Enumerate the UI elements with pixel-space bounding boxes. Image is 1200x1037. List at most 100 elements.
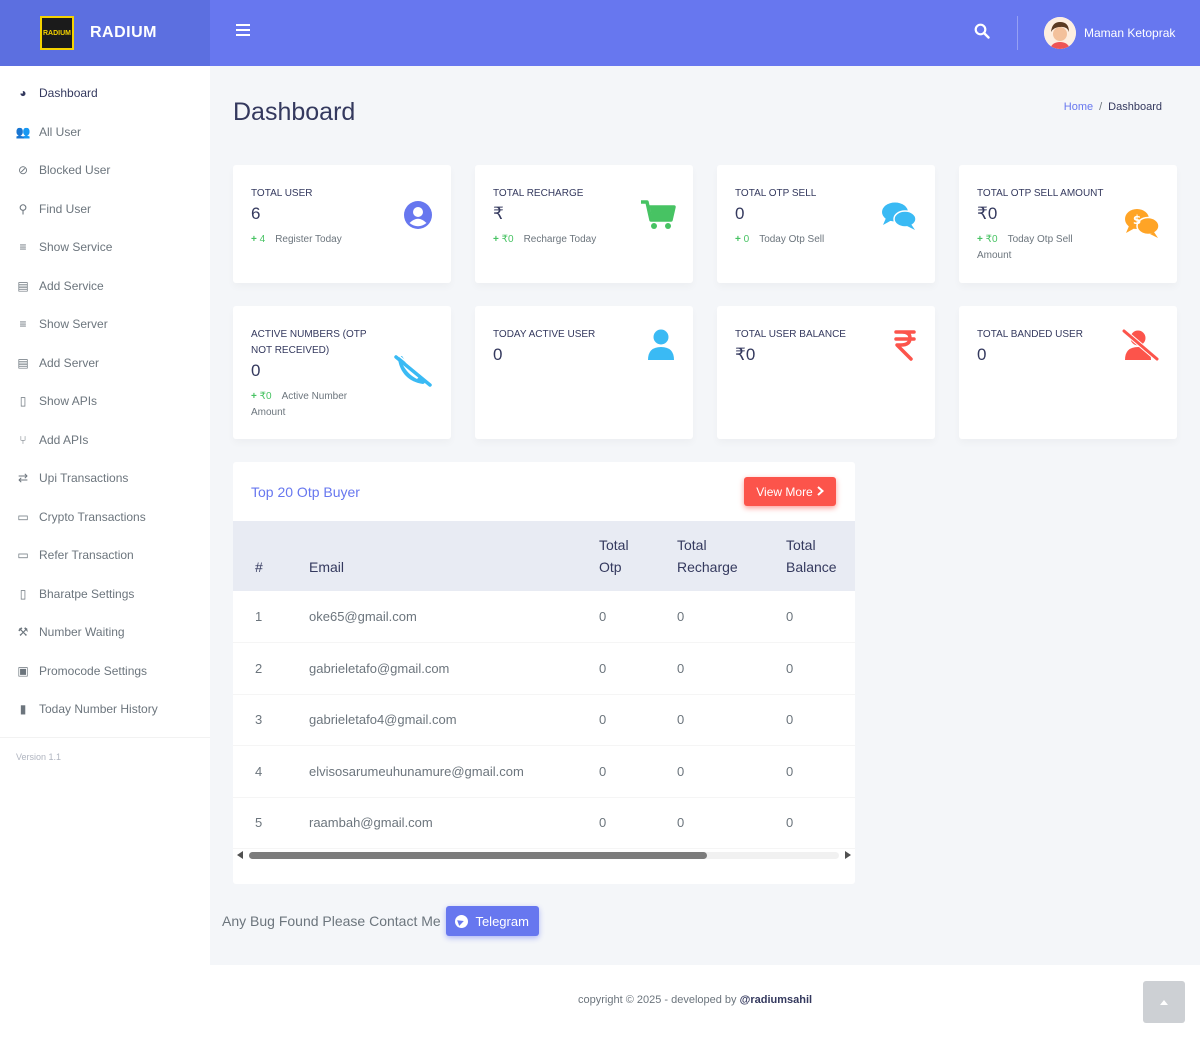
user-search-icon: ⚲ bbox=[18, 201, 28, 216]
row-email: gabrieletafo4@gmail.com bbox=[309, 694, 599, 746]
sidebar-item-find-user[interactable]: ⚲ Find User bbox=[0, 190, 210, 229]
developer-link[interactable]: @radiumsahil bbox=[740, 994, 812, 1006]
sidebar-item-label: Number Waiting bbox=[39, 625, 125, 640]
stat-delta: ₹0 bbox=[501, 234, 514, 245]
sidebar-item-add-server[interactable]: ▤ Add Server bbox=[0, 344, 210, 383]
stat-title: TOTAL RECHARGE bbox=[493, 188, 584, 199]
scroll-right-arrow-icon[interactable] bbox=[845, 851, 851, 859]
contact-section: Any Bug Found Please Contact Me Telegram bbox=[222, 906, 539, 936]
stat-value: 6 bbox=[251, 204, 261, 223]
stat-note: Register Today bbox=[275, 234, 342, 245]
column-header-line: Balance bbox=[786, 559, 837, 575]
row-total-balance: 0 bbox=[786, 642, 855, 695]
sidebar-item-bharatpe-settings[interactable]: ▯ Bharatpe Settings bbox=[0, 575, 210, 614]
row-total-recharge: 0 bbox=[677, 591, 786, 643]
menu-toggle-icon[interactable] bbox=[236, 24, 250, 38]
sidebar-item-show-server[interactable]: ≡ Show Server bbox=[0, 305, 210, 344]
sidebar-item-refer-transaction[interactable]: ▭ Refer Transaction bbox=[0, 536, 210, 575]
sidebar-item-today-number-history[interactable]: ▮ Today Number History bbox=[0, 690, 210, 729]
stat-footer: + ₹0 Recharge Today bbox=[493, 234, 597, 245]
horizontal-scrollbar[interactable] bbox=[237, 849, 851, 859]
row-total-recharge: 0 bbox=[677, 745, 786, 798]
user-circle-icon bbox=[403, 200, 433, 235]
page-title: Dashboard bbox=[233, 98, 356, 126]
sidebar-item-dashboard[interactable]: ◕ Dashboard bbox=[0, 74, 210, 113]
sidebar-item-promocode-settings[interactable]: ▣ Promocode Settings bbox=[0, 652, 210, 691]
stat-delta: 4 bbox=[259, 234, 266, 245]
row-number: 2 bbox=[233, 642, 309, 695]
shopping-cart-icon bbox=[640, 199, 676, 236]
stat-title: TOTAL BANDED USER bbox=[977, 329, 1083, 340]
stat-footer: + ₹0 Active Number Amount bbox=[251, 391, 348, 418]
row-total-otp: 0 bbox=[599, 694, 677, 746]
list-icon: ≡ bbox=[19, 240, 27, 255]
stat-value: ₹0 bbox=[977, 204, 998, 223]
column-header-email[interactable]: Email bbox=[309, 521, 599, 591]
breadcrumb-current: Dashboard bbox=[1108, 101, 1162, 113]
user-slash-icon bbox=[1121, 329, 1159, 366]
table-row: 5 raambah@gmail.com 0 0 0 bbox=[233, 797, 855, 849]
sidebar-item-all-user[interactable]: 👥 All User bbox=[0, 113, 210, 152]
top-buyers-card: Top 20 Otp Buyer View More # Email Total… bbox=[233, 462, 855, 884]
user-name: Maman Ketoprak bbox=[1084, 26, 1176, 40]
version-label: Version 1.1 bbox=[16, 751, 62, 762]
stat-note: Today Otp Sell bbox=[759, 234, 825, 245]
stat-value: 0 bbox=[493, 345, 503, 364]
sidebar-item-number-waiting[interactable]: ⚒ Number Waiting bbox=[0, 613, 210, 652]
stat-delta: ₹0 bbox=[985, 234, 998, 245]
row-number: 5 bbox=[233, 797, 309, 849]
brand[interactable]: RADIUM RADIUM bbox=[0, 0, 210, 66]
chevron-up-icon bbox=[1160, 999, 1168, 1005]
back-to-top-button[interactable] bbox=[1143, 981, 1185, 1023]
scroll-left-arrow-icon[interactable] bbox=[237, 851, 243, 859]
stat-card-active-numbers: ACTIVE NUMBERS (OTP NOT RECEIVED) 0 + ₹0… bbox=[233, 306, 451, 439]
column-header-line: Total bbox=[786, 537, 816, 553]
sidebar-item-show-service[interactable]: ≡ Show Service bbox=[0, 228, 210, 267]
table-row: 4 elvisosarumeuhunamure@gmail.com 0 0 0 bbox=[233, 745, 855, 798]
column-header-num[interactable]: # bbox=[233, 521, 309, 591]
user-menu[interactable]: Maman Ketoprak bbox=[1044, 17, 1175, 49]
sidebar-item-upi-transactions[interactable]: ⇄ Upi Transactions bbox=[0, 459, 210, 498]
user-icon bbox=[647, 329, 675, 366]
sidebar-item-show-apis[interactable]: ▯ Show APIs bbox=[0, 382, 210, 421]
table-row: 1 oke65@gmail.com 0 0 0 bbox=[233, 591, 855, 643]
stat-card-total-banded-user: TOTAL BANDED USER 0 bbox=[959, 306, 1177, 439]
card-icon: ▭ bbox=[17, 548, 29, 563]
sidebar-item-crypto-transactions[interactable]: ▭ Crypto Transactions bbox=[0, 498, 210, 537]
stat-title: TODAY ACTIVE USER bbox=[493, 329, 596, 340]
stat-card-total-user: TOTAL USER 6 + 4 Register Today bbox=[233, 165, 451, 283]
scroll-thumb[interactable] bbox=[249, 852, 707, 859]
column-header-total-recharge[interactable]: Total Recharge bbox=[677, 521, 786, 591]
row-total-otp: 0 bbox=[599, 745, 677, 798]
card-icon: ▭ bbox=[17, 509, 29, 524]
sidebar-item-add-apis[interactable]: ⑂ Add APIs bbox=[0, 421, 210, 460]
row-email: raambah@gmail.com bbox=[309, 797, 599, 849]
view-more-button[interactable]: View More bbox=[744, 477, 836, 506]
folder-plus-icon: ▤ bbox=[17, 355, 29, 370]
stat-value: ₹0 bbox=[735, 345, 756, 364]
column-header-total-otp[interactable]: Total Otp bbox=[599, 521, 677, 591]
column-header-total-balance[interactable]: Total Balance bbox=[786, 521, 855, 591]
comments-icon bbox=[881, 201, 917, 236]
row-total-recharge: 0 bbox=[677, 642, 786, 695]
column-header-line: Total bbox=[677, 537, 707, 553]
sidebar-item-label: Bharatpe Settings bbox=[39, 586, 135, 601]
wrench-icon: ⚒ bbox=[17, 625, 29, 640]
users-icon: 👥 bbox=[15, 124, 31, 139]
telegram-icon bbox=[455, 914, 469, 928]
breadcrumb-home-link[interactable]: Home bbox=[1064, 101, 1093, 113]
stat-card-total-user-balance: TOTAL USER BALANCE ₹0 bbox=[717, 306, 935, 439]
row-total-recharge: 0 bbox=[677, 694, 786, 746]
column-header-line: Otp bbox=[599, 559, 622, 575]
sidebar-item-label: Blocked User bbox=[39, 163, 111, 178]
search-icon[interactable] bbox=[974, 23, 994, 43]
row-number: 1 bbox=[233, 591, 309, 643]
book-icon: ▮ bbox=[19, 702, 27, 717]
telegram-button[interactable]: Telegram bbox=[445, 906, 539, 936]
list-icon: ≡ bbox=[19, 317, 27, 332]
row-number: 3 bbox=[233, 694, 309, 746]
sidebar-item-add-service[interactable]: ▤ Add Service bbox=[0, 267, 210, 306]
footer: copyright © 2025 - developed by @radiums… bbox=[210, 965, 1200, 1037]
sidebar-item-blocked-user[interactable]: ⊘ Blocked User bbox=[0, 151, 210, 190]
breadcrumb-separator: / bbox=[1099, 101, 1103, 113]
